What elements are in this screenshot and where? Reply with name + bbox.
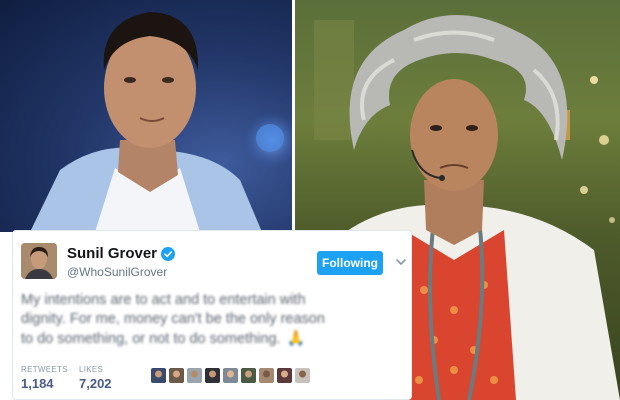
left-photo (0, 0, 294, 232)
tweet-text-line: dignity. For me, money can't be the only… (21, 311, 325, 327)
liker-avatar[interactable] (259, 368, 274, 383)
avatar-image (21, 243, 57, 279)
avatar[interactable] (21, 243, 57, 279)
retweets-label: RETWEETS (21, 365, 68, 374)
tweet-card: Sunil Grover @WhoSunilGrover Following M… (12, 230, 412, 400)
display-name[interactable]: Sunil Grover (67, 245, 157, 262)
verified-badge-icon (161, 246, 176, 261)
liker-avatar[interactable] (169, 368, 184, 383)
stage-portrait-illustration (30, 12, 294, 232)
tweet-text-line: to do something, or not to do something.… (21, 329, 361, 349)
liker-avatar[interactable] (241, 368, 256, 383)
tweet-text: My intentions are to act and to entertai… (21, 291, 361, 349)
liker-avatars (151, 368, 310, 383)
tweet-text-line-content: to do something, or not to do something. (21, 331, 281, 347)
folded-hands-emoji: 🙏 (286, 330, 306, 347)
following-button[interactable]: Following (317, 251, 383, 275)
liker-avatar[interactable] (277, 368, 292, 383)
user-handle[interactable]: @WhoSunilGrover (67, 265, 167, 279)
retweets-stat[interactable]: RETWEETS 1,184 (21, 365, 68, 391)
liker-avatar[interactable] (223, 368, 238, 383)
likes-stat[interactable]: LIKES 7,202 (79, 365, 112, 391)
retweets-count: 1,184 (21, 376, 54, 391)
likes-count: 7,202 (79, 376, 112, 391)
liker-avatar[interactable] (151, 368, 166, 383)
tweet-header: Sunil Grover @WhoSunilGrover Following (21, 243, 406, 283)
tweet-text-line: My intentions are to act and to entertai… (21, 292, 306, 308)
display-name-row: Sunil Grover (67, 245, 176, 262)
liker-avatar[interactable] (187, 368, 202, 383)
tweet-stats: RETWEETS 1,184 LIKES 7,202 (21, 365, 405, 395)
composite-image: Sunil Grover @WhoSunilGrover Following M… (0, 0, 620, 400)
liker-avatar[interactable] (295, 368, 310, 383)
likes-label: LIKES (79, 365, 104, 374)
liker-avatar[interactable] (205, 368, 220, 383)
chevron-down-icon[interactable] (395, 255, 407, 267)
